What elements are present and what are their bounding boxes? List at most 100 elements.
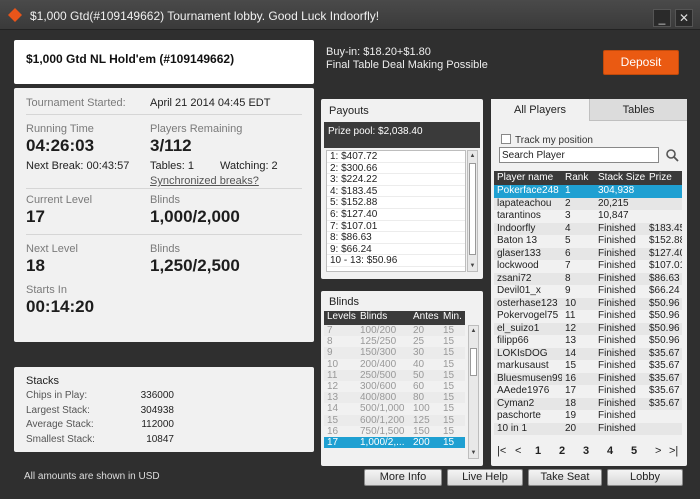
players-table: Player name Rank Stack Size Prize Pokerf… [494, 171, 682, 435]
blinds-cell: 15 [443, 347, 455, 359]
blinds-cell: 400/800 [360, 392, 397, 404]
blinds-cell: 150/300 [360, 347, 397, 359]
payouts-scrollbar[interactable]: ▲ ▼ [467, 150, 478, 272]
tab-tables[interactable]: Tables [589, 99, 687, 121]
deposit-button[interactable]: Deposit [603, 50, 679, 75]
player-row[interactable]: LOKIsDOG 14 Finished $35.67 [494, 347, 682, 360]
player-cell: markusaust [497, 360, 549, 371]
scroll-up-icon[interactable]: ▲ [469, 326, 478, 336]
player-row[interactable]: Cyman2 18 Finished $35.67 [494, 397, 682, 410]
blinds-cell: 9 [327, 347, 333, 359]
player-cell: Finished [598, 335, 636, 346]
player-row[interactable]: osterhase123 10 Finished $50.96 [494, 297, 682, 310]
player-cell: 16 [565, 372, 577, 384]
page-2[interactable]: 2 [559, 445, 565, 457]
player-row[interactable]: 10 in 1 20 Finished [494, 422, 682, 435]
player-row[interactable]: markusaust 15 Finished $35.67 [494, 360, 682, 373]
next-page-button[interactable]: > [655, 445, 661, 457]
live-help-button[interactable]: Live Help [447, 469, 523, 486]
col-rank[interactable]: Rank [562, 171, 595, 185]
blinds-cell: 15 [443, 358, 455, 370]
track-position-checkbox[interactable] [501, 134, 511, 144]
player-cell: Finished [598, 410, 636, 421]
player-row[interactable]: filipp66 13 Finished $50.96 [494, 335, 682, 348]
player-row[interactable]: glaser133 6 Finished $127.40 [494, 247, 682, 260]
player-cell: 304,938 [598, 185, 635, 196]
lobby-button[interactable]: Lobby [607, 469, 683, 486]
player-row[interactable]: Pokerface248 1 304,938 [494, 185, 682, 198]
scroll-thumb[interactable] [470, 348, 477, 376]
page-1[interactable]: 1 [535, 445, 541, 457]
blinds-cell: 200/400 [360, 358, 397, 370]
player-cell: $35.67 [649, 372, 680, 384]
player-row[interactable]: Indoorfly 4 Finished $183.45 [494, 222, 682, 235]
blinds-row[interactable]: 12 300/600 60 15 [324, 381, 465, 392]
first-page-button[interactable]: |< [497, 445, 506, 457]
scroll-down-icon[interactable]: ▼ [468, 261, 477, 271]
next-level-value: 18 [26, 256, 45, 275]
search-player-input[interactable] [499, 147, 659, 163]
more-info-button[interactable]: More Info [364, 469, 442, 486]
stack-row: Chips in Play: 336000 [26, 390, 174, 404]
take-seat-button[interactable]: Take Seat [528, 469, 602, 486]
current-level-value: 17 [26, 207, 45, 226]
blinds-scrollbar[interactable]: ▲ ▼ [468, 325, 479, 459]
blinds-cell: 14 [327, 403, 339, 415]
blinds-row[interactable]: 10 200/400 40 15 [324, 359, 465, 370]
blinds-row[interactable]: 16 750/1,500 150 15 [324, 426, 465, 437]
scroll-thumb[interactable] [469, 163, 476, 255]
player-row[interactable]: Baton 13 5 Finished $152.88 [494, 235, 682, 248]
close-button[interactable]: ✕ [675, 9, 693, 27]
blinds-row[interactable]: 11 250/500 50 15 [324, 369, 465, 381]
player-cell: $127.40 [649, 247, 682, 259]
search-icon[interactable] [665, 148, 679, 162]
player-row[interactable]: paschorte 19 Finished [494, 410, 682, 423]
player-row[interactable]: Devil01_x 9 Finished $66.24 [494, 285, 682, 298]
last-page-button[interactable]: >| [669, 445, 678, 457]
scroll-up-icon[interactable]: ▲ [468, 151, 477, 161]
page-5[interactable]: 5 [631, 445, 637, 457]
player-cell: zsani72 [497, 272, 532, 284]
col-player-name[interactable]: Player name [494, 171, 562, 185]
page-3[interactable]: 3 [583, 445, 589, 457]
next-level-label: Next Level [26, 243, 78, 255]
player-cell: $50.96 [649, 297, 680, 309]
tab-all-players[interactable]: All Players [491, 99, 589, 121]
scroll-down-icon[interactable]: ▼ [469, 448, 478, 458]
blinds-row[interactable]: 13 400/800 80 15 [324, 392, 465, 404]
synchronized-breaks-link[interactable]: Synchronized breaks? [150, 175, 259, 187]
player-row[interactable]: AAede1976 17 Finished $35.67 [494, 385, 682, 398]
prev-page-button[interactable]: < [515, 445, 521, 457]
player-row[interactable]: Pokervogel75 11 Finished $50.96 [494, 310, 682, 323]
blinds-cell: 20 [413, 325, 425, 336]
blinds-row[interactable]: 14 500/1,000 100 15 [324, 403, 465, 414]
starts-in-value: 00:14:20 [26, 297, 95, 316]
started-label: Tournament Started: [26, 97, 126, 109]
player-cell: lockwood [497, 260, 539, 271]
app-logo-icon [8, 8, 22, 22]
player-cell: Finished [598, 322, 636, 334]
col-stack-size[interactable]: Stack Size [595, 171, 646, 185]
col-prize[interactable]: Prize [646, 171, 682, 185]
payouts-list[interactable]: 1: $407.72 2: $300.66 3: $224.22 4: $183… [326, 150, 466, 272]
blinds-row[interactable]: 7 100/200 20 15 [324, 325, 465, 337]
player-row[interactable]: Bluesmusen99 16 Finished $35.67 [494, 372, 682, 385]
player-row[interactable]: tarantinos 3 10,847 [494, 210, 682, 223]
blinds-row[interactable]: 9 150/300 30 15 [324, 347, 465, 359]
player-row[interactable]: lockwood 7 Finished $107.01 [494, 260, 682, 273]
blinds-row[interactable]: 8 125/250 25 15 [324, 336, 465, 347]
track-position[interactable]: Track my position [501, 134, 593, 146]
player-cell: Cyman2 [497, 397, 535, 409]
player-cell: 5 [565, 235, 571, 246]
player-cell: Finished [598, 285, 636, 296]
blinds-row[interactable]: 17 1,000/2,... 200 15 [324, 436, 465, 449]
player-row[interactable]: zsani72 8 Finished $86.63 [494, 272, 682, 285]
player-cell: $50.96 [649, 310, 680, 321]
blinds-row[interactable]: 15 600/1,200 125 15 [324, 414, 465, 426]
player-row[interactable]: el_suizo1 12 Finished $50.96 [494, 322, 682, 335]
next-blinds-value: 1,250/2,500 [150, 256, 240, 275]
player-row[interactable]: lapateachou 2 20,215 [494, 197, 682, 210]
minimize-button[interactable]: _ [653, 9, 671, 27]
blinds-cell: 1,000/2,... [360, 436, 405, 448]
page-4[interactable]: 4 [607, 445, 613, 457]
